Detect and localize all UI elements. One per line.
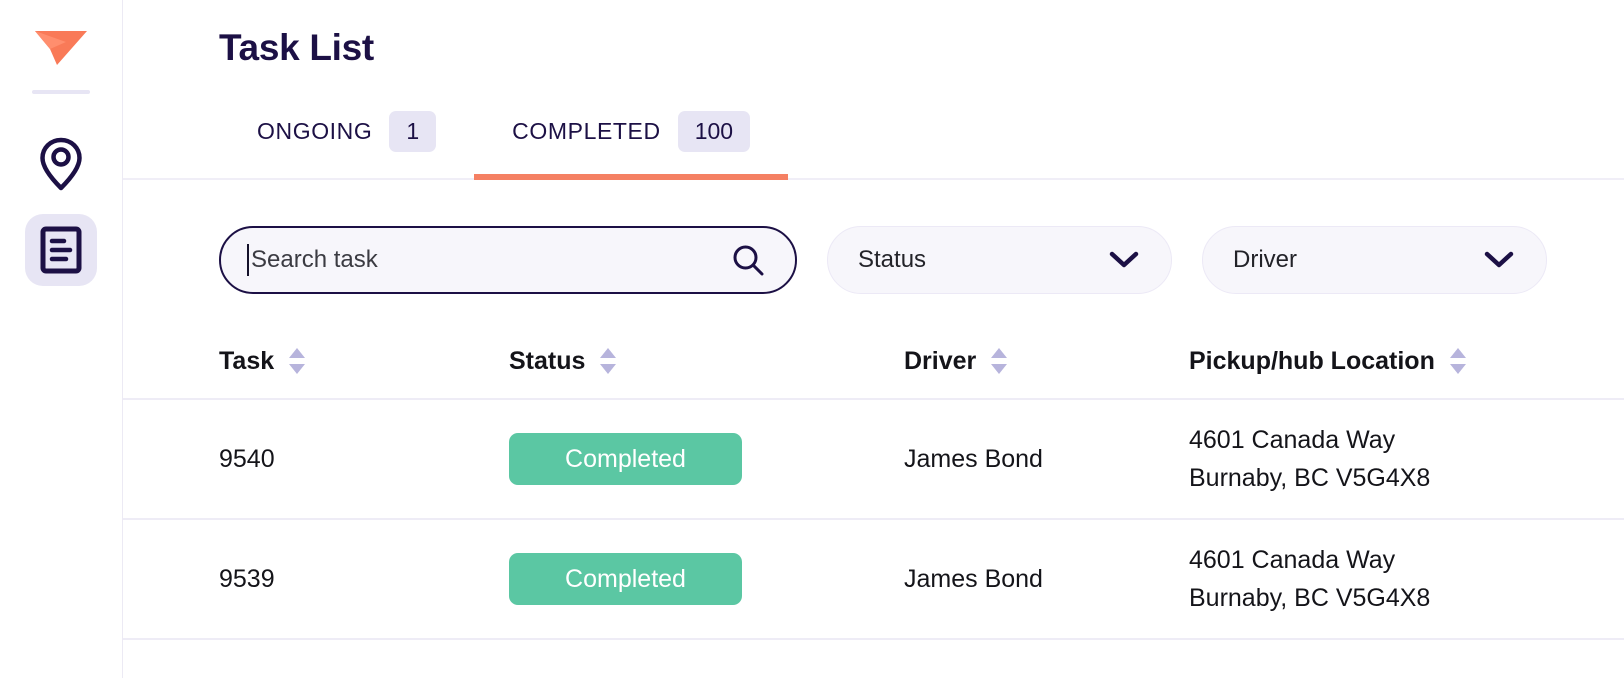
tab-ongoing[interactable]: ONGOING 1 — [219, 84, 474, 178]
column-header-driver[interactable]: Driver — [904, 346, 1189, 376]
paper-plane-logo-icon — [35, 31, 87, 65]
search-input[interactable]: Search task — [219, 226, 797, 295]
cell-location-line2: Burnaby, BC V5G4X8 — [1189, 464, 1431, 493]
app-root: Task List ONGOING 1 COMPLETED 100 Search… — [0, 0, 1624, 678]
table-row[interactable]: 9540 Completed James Bond 4601 Canada Wa… — [123, 400, 1624, 521]
cell-location-line1: 4601 Canada Way — [1189, 545, 1396, 574]
sort-toggle-icon — [991, 348, 1008, 375]
document-list-icon — [40, 226, 82, 274]
sort-toggle-icon — [600, 348, 617, 375]
sort-toggle-icon — [289, 348, 306, 375]
table-header-row: Task Status Driver Pickup/hub Location — [123, 324, 1624, 401]
table-row[interactable]: 9539 Completed James Bond 4601 Canada Wa… — [123, 520, 1624, 641]
driver-filter-select[interactable]: Driver — [1202, 226, 1547, 295]
column-header-task-label: Task — [219, 346, 275, 375]
status-filter-select[interactable]: Status — [827, 226, 1172, 295]
tab-ongoing-count: 1 — [389, 111, 437, 152]
tab-completed-count: 100 — [677, 111, 751, 152]
sidebar-item-map[interactable] — [25, 128, 97, 200]
chevron-down-icon — [1484, 252, 1514, 268]
column-header-status-label: Status — [509, 346, 586, 375]
status-badge: Completed — [509, 553, 742, 606]
status-badge: Completed — [509, 433, 742, 486]
tab-completed[interactable]: COMPLETED 100 — [474, 84, 789, 181]
chevron-down-icon — [1109, 252, 1139, 268]
cell-driver-name: James Bond — [904, 565, 1043, 594]
task-table: Task Status Driver Pickup/hub Location 9… — [123, 324, 1624, 641]
filter-bar: Search task Status Driver — [123, 180, 1624, 295]
cell-task-id: 9540 — [219, 445, 275, 474]
sort-toggle-icon — [1449, 348, 1466, 375]
status-filter-label: Status — [858, 246, 927, 274]
sidebar-divider — [32, 90, 90, 94]
search-icon[interactable] — [731, 243, 765, 277]
location-pin-icon — [40, 137, 82, 191]
tab-completed-label: COMPLETED — [512, 117, 661, 144]
main-content: Task List ONGOING 1 COMPLETED 100 Search… — [123, 0, 1624, 678]
column-header-location[interactable]: Pickup/hub Location — [1189, 346, 1609, 376]
sidebar — [0, 0, 123, 678]
tab-ongoing-label: ONGOING — [257, 117, 373, 144]
cell-location-line2: Burnaby, BC V5G4X8 — [1189, 584, 1431, 613]
sidebar-item-tasks[interactable] — [25, 214, 97, 286]
column-header-driver-label: Driver — [904, 346, 977, 375]
cell-driver-name: James Bond — [904, 445, 1043, 474]
column-header-task[interactable]: Task — [219, 346, 509, 376]
text-caret — [247, 244, 249, 277]
cell-task-id: 9539 — [219, 565, 275, 594]
search-placeholder: Search task — [251, 246, 378, 274]
driver-filter-label: Driver — [1233, 246, 1297, 274]
page-title: Task List — [219, 27, 374, 68]
paper-plane-logo[interactable] — [29, 22, 93, 74]
cell-location-line1: 4601 Canada Way — [1189, 425, 1396, 454]
column-header-status[interactable]: Status — [509, 346, 904, 376]
column-header-location-label: Pickup/hub Location — [1189, 346, 1435, 375]
tab-bar: ONGOING 1 COMPLETED 100 — [123, 84, 1624, 181]
